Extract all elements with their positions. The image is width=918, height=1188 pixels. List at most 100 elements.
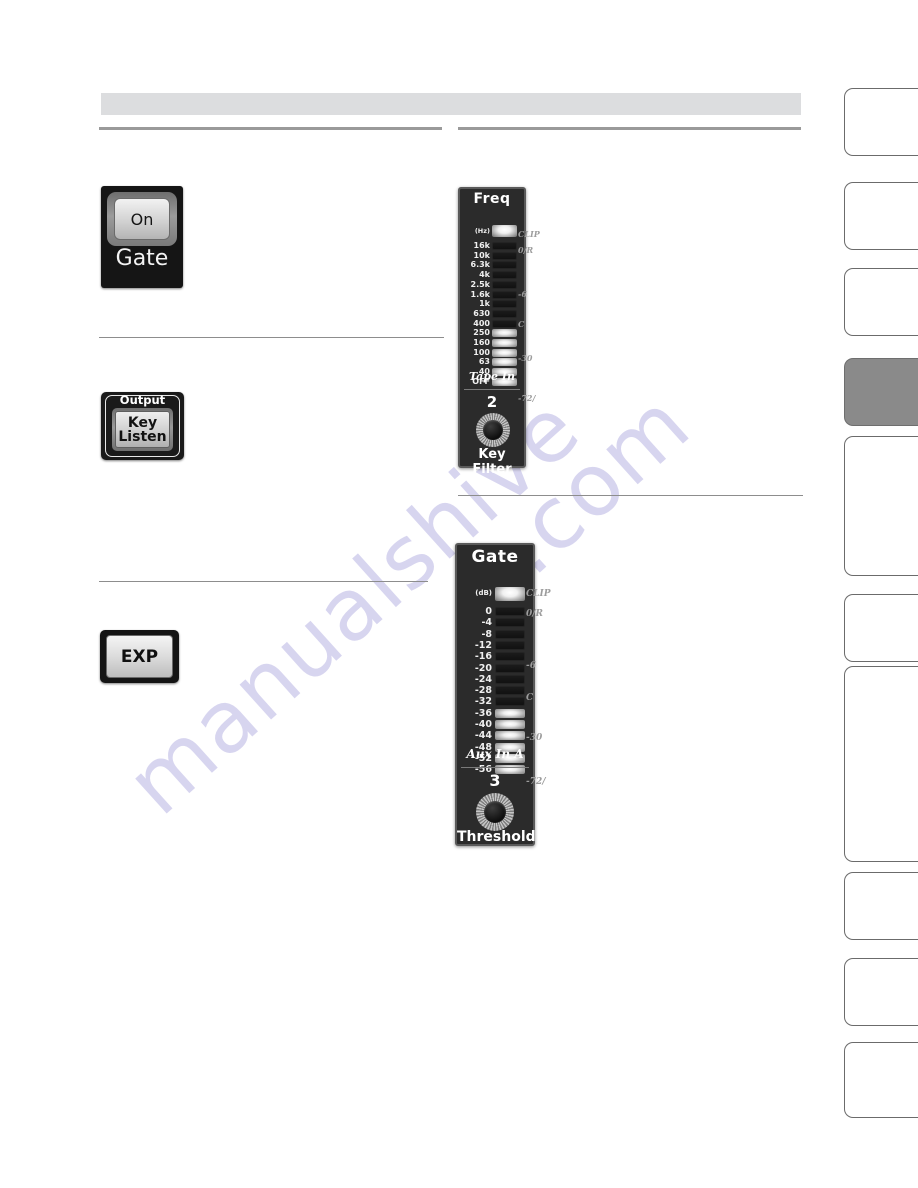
- gate-meter-scale-label: -32: [474, 696, 492, 708]
- gate-on-button-cap[interactable]: On: [114, 198, 170, 240]
- gate-on-bezel: On: [107, 192, 177, 246]
- freq-meter-segment: [492, 358, 517, 367]
- key-listen-bezel: Key Listen: [112, 408, 173, 451]
- freq-meter-segment: [492, 251, 517, 260]
- gate-meter-reference-label: -30: [526, 733, 543, 743]
- freq-meter-segment: [492, 348, 517, 357]
- left-column-divider-1: [99, 337, 444, 338]
- gate-on-button-unit[interactable]: On Gate: [101, 186, 183, 288]
- freq-meter-scale-label: 63: [478, 357, 490, 367]
- freq-meter-scale-label: 1.6k: [470, 289, 491, 299]
- gate-meter-clip-led: [495, 587, 525, 601]
- exp-button-unit[interactable]: EXP: [100, 630, 179, 683]
- freq-meter-scale-label: 6.3k: [470, 260, 491, 270]
- freq-meter-segment: [492, 280, 517, 289]
- key-listen-section-title: Output: [119, 393, 166, 407]
- threshold-knob-label: Threshold: [457, 829, 536, 845]
- right-column-divider-1: [458, 495, 803, 496]
- freq-meter-scale-label: 4k: [479, 270, 490, 280]
- side-tab-8[interactable]: [844, 872, 918, 940]
- gate-meter-scale-label: -16: [474, 651, 492, 663]
- freq-meter-segment: [492, 271, 517, 280]
- freq-meter-scale-label: 100: [473, 347, 490, 357]
- gate-meter-segment: [495, 674, 525, 684]
- gate-meter-strip[interactable]: Gate (dB) 0 -4 -8 -12 -16 -20 -24 -28 -32 -36 -40 -4…: [455, 543, 550, 846]
- key-listen-label-line2: Listen: [118, 428, 167, 445]
- gate-meter-segment: [495, 731, 525, 741]
- gate-meter-segment: [495, 652, 525, 662]
- freq-strip-divider: [464, 389, 520, 390]
- freq-meter-scale-label: 2.5k: [470, 279, 491, 289]
- gate-meter-scale-label: 0: [485, 606, 492, 617]
- freq-meter-segment: [492, 339, 517, 347]
- freq-strip-title: Freq: [473, 191, 511, 207]
- exp-button-cap[interactable]: EXP: [106, 635, 173, 678]
- gate-meter-scale-label: -12: [474, 639, 492, 651]
- gate-unit-label: Gate: [115, 246, 169, 271]
- side-tab-9[interactable]: [844, 958, 918, 1026]
- freq-meter-reference-label: -6: [518, 289, 527, 299]
- key-filter-knob-label: Key Filter: [472, 447, 512, 477]
- side-tab-5[interactable]: [844, 436, 918, 576]
- side-tab-3[interactable]: [844, 268, 918, 336]
- gate-meter-scale-label: -40: [474, 719, 492, 730]
- left-column-top-rule: [99, 127, 442, 130]
- gate-meter-unit-label: (dB): [475, 589, 492, 597]
- side-tab-4[interactable]: [844, 358, 918, 426]
- gate-meter-segment: [495, 697, 525, 707]
- freq-source-name: Tape In: [469, 370, 515, 383]
- freq-meter-segment: [492, 319, 517, 328]
- threshold-knob[interactable]: [476, 793, 514, 831]
- freq-meter-segment: [492, 242, 517, 250]
- freq-meter-unit-label: (Hz): [474, 227, 490, 235]
- freq-meter-segment: [492, 309, 517, 318]
- gate-meter-scale-label: -4: [481, 617, 492, 629]
- key-filter-knob[interactable]: [476, 413, 510, 447]
- gate-channel-number: 3: [489, 771, 501, 790]
- freq-meter-reference-label: -30: [518, 353, 533, 363]
- gate-meter-segment: [495, 720, 525, 729]
- gate-meter-scale-label: -20: [474, 662, 492, 674]
- gate-meter-scale-label: -36: [474, 707, 492, 719]
- gate-meter-reference-label: -6: [526, 661, 536, 671]
- side-tab-6[interactable]: [844, 594, 918, 662]
- side-tab-2[interactable]: [844, 182, 918, 250]
- side-tab-7[interactable]: [844, 666, 918, 862]
- section-header-banner: [101, 93, 801, 115]
- right-column-top-rule: [458, 127, 801, 130]
- document-page: On Gate Output Key Listen EXP Freq (Hz) 1…: [0, 0, 918, 1188]
- freq-meter-scale-label: 250: [473, 328, 490, 338]
- side-tab-1[interactable]: [844, 88, 918, 156]
- left-column-divider-2: [99, 581, 428, 582]
- gate-meter-reference-label: CLIP: [526, 589, 551, 599]
- freq-meter-segment: [492, 261, 517, 270]
- freq-channel-number: 2: [486, 393, 498, 411]
- key-listen-button-unit[interactable]: Output Key Listen: [101, 392, 184, 460]
- freq-meter-reference-label: C: [518, 319, 525, 329]
- key-listen-button-cap[interactable]: Key Listen: [115, 411, 170, 448]
- freq-meter-scale-label: 16k: [473, 241, 490, 250]
- freq-meter-strip[interactable]: Freq (Hz) 16k 10k 6.3k 4k 2.5k 1.6k 1k 630 400 250…: [458, 187, 540, 477]
- freq-meter-scale-label: 1k: [479, 299, 490, 309]
- gate-meter-segment: [495, 629, 525, 639]
- freq-meter-reference-label: CLIP: [518, 229, 540, 239]
- gate-meter-segment: [495, 686, 525, 696]
- gate-meter-segment: [495, 663, 525, 673]
- gate-strip-divider: [461, 767, 529, 768]
- freq-meter-scale-label: 10k: [473, 250, 490, 260]
- gate-meter-segment: [495, 607, 525, 616]
- gate-meter-segment: [495, 640, 525, 650]
- freq-meter-scale-label: 630: [473, 308, 490, 318]
- freq-meter-reference-label: 0/R: [518, 245, 534, 255]
- side-tab-10[interactable]: [844, 1042, 918, 1118]
- gate-meter-scale-label: -44: [474, 730, 492, 742]
- freq-meter-segment: [492, 300, 517, 309]
- gate-strip-title: Gate: [471, 547, 519, 567]
- freq-meter-segment: [492, 290, 517, 299]
- gate-meter-reference-label: C: [526, 693, 534, 703]
- freq-meter-segment: [492, 329, 517, 338]
- gate-meter-scale-label: -24: [474, 673, 492, 685]
- gate-meter-segment: [495, 708, 525, 718]
- freq-meter-scale-label: 160: [473, 338, 490, 347]
- gate-source-name: Aux In A: [466, 747, 524, 761]
